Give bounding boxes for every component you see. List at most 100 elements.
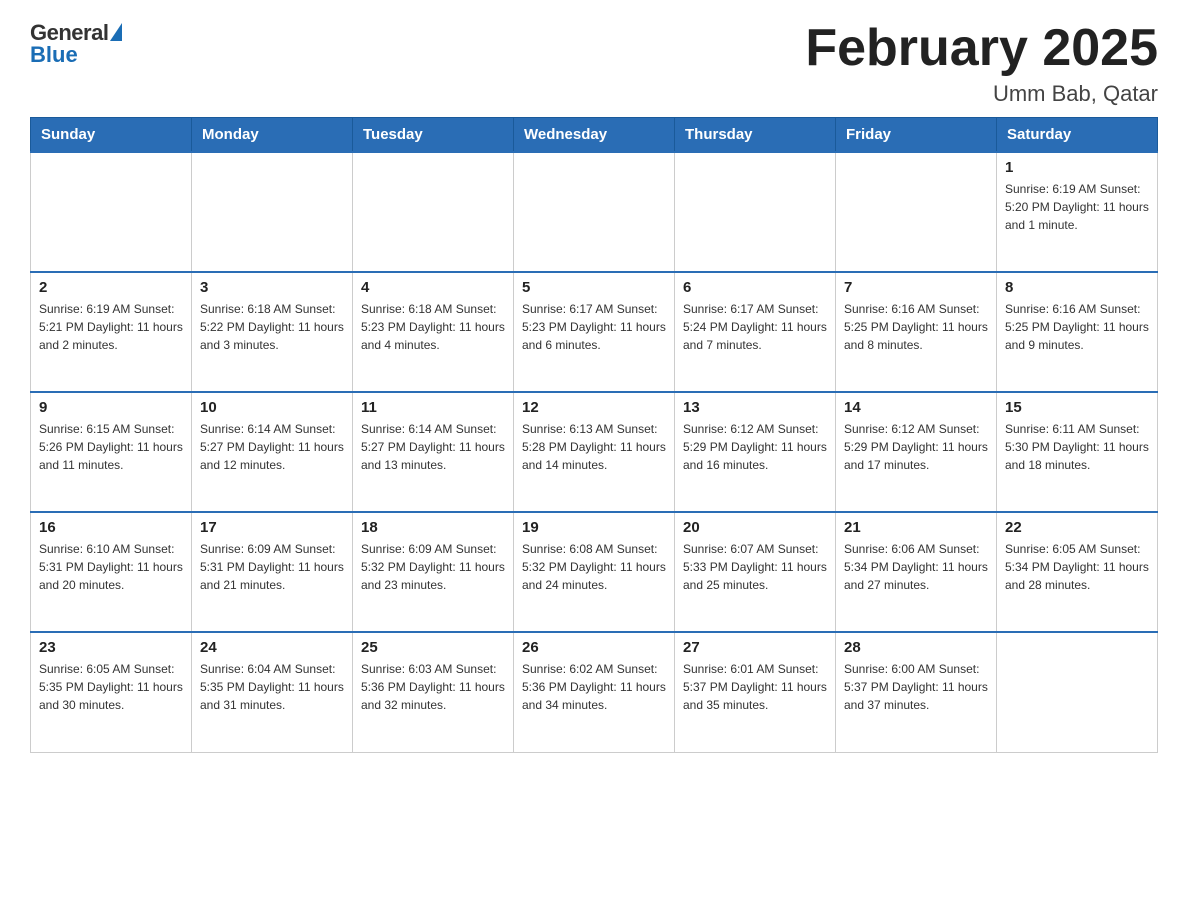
calendar-cell: 18 Sunrise: 6:09 AM Sunset: 5:32 PM Dayli… xyxy=(353,512,514,632)
day-info: Sunrise: 6:14 AM Sunset: 5:27 PM Dayligh… xyxy=(361,420,505,474)
day-info: Sunrise: 6:05 AM Sunset: 5:34 PM Dayligh… xyxy=(1005,540,1149,594)
calendar-cell: 3 Sunrise: 6:18 AM Sunset: 5:22 PM Daylig… xyxy=(192,272,353,392)
page-title: February 2025 xyxy=(805,20,1158,77)
day-info: Sunrise: 6:01 AM Sunset: 5:37 PM Dayligh… xyxy=(683,660,827,714)
day-number: 1 xyxy=(1005,159,1149,176)
week-row-2: 2 Sunrise: 6:19 AM Sunset: 5:21 PM Daylig… xyxy=(31,272,1158,392)
day-info: Sunrise: 6:18 AM Sunset: 5:22 PM Dayligh… xyxy=(200,300,344,354)
day-info: Sunrise: 6:12 AM Sunset: 5:29 PM Dayligh… xyxy=(683,420,827,474)
col-header-wednesday: Wednesday xyxy=(514,118,675,153)
day-number: 18 xyxy=(361,519,505,536)
day-info: Sunrise: 6:00 AM Sunset: 5:37 PM Dayligh… xyxy=(844,660,988,714)
week-row-3: 9 Sunrise: 6:15 AM Sunset: 5:26 PM Daylig… xyxy=(31,392,1158,512)
day-number: 15 xyxy=(1005,399,1149,416)
day-number: 9 xyxy=(39,399,183,416)
calendar-cell: 13 Sunrise: 6:12 AM Sunset: 5:29 PM Dayli… xyxy=(675,392,836,512)
calendar-cell xyxy=(192,152,353,272)
day-info: Sunrise: 6:19 AM Sunset: 5:20 PM Dayligh… xyxy=(1005,180,1149,234)
day-number: 17 xyxy=(200,519,344,536)
day-number: 27 xyxy=(683,639,827,656)
day-info: Sunrise: 6:11 AM Sunset: 5:30 PM Dayligh… xyxy=(1005,420,1149,474)
calendar-cell: 9 Sunrise: 6:15 AM Sunset: 5:26 PM Daylig… xyxy=(31,392,192,512)
calendar-cell: 16Sunrise: 6:10 AM Sunset: 5:31 PM Dayli… xyxy=(31,512,192,632)
calendar-cell: 19 Sunrise: 6:08 AM Sunset: 5:32 PM Dayli… xyxy=(514,512,675,632)
calendar-cell: 1 Sunrise: 6:19 AM Sunset: 5:20 PM Daylig… xyxy=(997,152,1158,272)
day-info: Sunrise: 6:16 AM Sunset: 5:25 PM Dayligh… xyxy=(844,300,988,354)
day-number: 10 xyxy=(200,399,344,416)
col-header-thursday: Thursday xyxy=(675,118,836,153)
calendar-cell: 27 Sunrise: 6:01 AM Sunset: 5:37 PM Dayli… xyxy=(675,632,836,752)
title-area: February 2025 Umm Bab, Qatar xyxy=(805,20,1158,107)
day-number: 20 xyxy=(683,519,827,536)
day-info: Sunrise: 6:18 AM Sunset: 5:23 PM Dayligh… xyxy=(361,300,505,354)
day-number: 21 xyxy=(844,519,988,536)
day-number: 25 xyxy=(361,639,505,656)
week-row-4: 16Sunrise: 6:10 AM Sunset: 5:31 PM Dayli… xyxy=(31,512,1158,632)
day-number: 7 xyxy=(844,279,988,296)
calendar-cell: 17Sunrise: 6:09 AM Sunset: 5:31 PM Dayli… xyxy=(192,512,353,632)
day-info: Sunrise: 6:07 AM Sunset: 5:33 PM Dayligh… xyxy=(683,540,827,594)
calendar-cell: 24 Sunrise: 6:04 AM Sunset: 5:35 PM Dayli… xyxy=(192,632,353,752)
day-info: Sunrise: 6:05 AM Sunset: 5:35 PM Dayligh… xyxy=(39,660,183,714)
day-number: 12 xyxy=(522,399,666,416)
day-number: 24 xyxy=(200,639,344,656)
calendar-cell: 4 Sunrise: 6:18 AM Sunset: 5:23 PM Daylig… xyxy=(353,272,514,392)
calendar-cell: 28 Sunrise: 6:00 AM Sunset: 5:37 PM Dayli… xyxy=(836,632,997,752)
calendar-header-row: SundayMondayTuesdayWednesdayThursdayFrid… xyxy=(31,118,1158,153)
day-info: Sunrise: 6:06 AM Sunset: 5:34 PM Dayligh… xyxy=(844,540,988,594)
calendar-cell: 22 Sunrise: 6:05 AM Sunset: 5:34 PM Dayli… xyxy=(997,512,1158,632)
day-info: Sunrise: 6:09 AM Sunset: 5:32 PM Dayligh… xyxy=(361,540,505,594)
calendar-cell: 10Sunrise: 6:14 AM Sunset: 5:27 PM Dayli… xyxy=(192,392,353,512)
day-info: Sunrise: 6:12 AM Sunset: 5:29 PM Dayligh… xyxy=(844,420,988,474)
day-number: 28 xyxy=(844,639,988,656)
calendar-cell xyxy=(836,152,997,272)
day-number: 19 xyxy=(522,519,666,536)
day-number: 13 xyxy=(683,399,827,416)
day-info: Sunrise: 6:03 AM Sunset: 5:36 PM Dayligh… xyxy=(361,660,505,714)
calendar-cell: 25 Sunrise: 6:03 AM Sunset: 5:36 PM Dayli… xyxy=(353,632,514,752)
calendar-cell: 11Sunrise: 6:14 AM Sunset: 5:27 PM Dayli… xyxy=(353,392,514,512)
col-header-tuesday: Tuesday xyxy=(353,118,514,153)
day-info: Sunrise: 6:17 AM Sunset: 5:23 PM Dayligh… xyxy=(522,300,666,354)
calendar-cell: 8Sunrise: 6:16 AM Sunset: 5:25 PM Daylig… xyxy=(997,272,1158,392)
calendar-cell xyxy=(997,632,1158,752)
day-info: Sunrise: 6:02 AM Sunset: 5:36 PM Dayligh… xyxy=(522,660,666,714)
day-number: 22 xyxy=(1005,519,1149,536)
logo-triangle-icon xyxy=(110,23,122,41)
day-number: 3 xyxy=(200,279,344,296)
day-info: Sunrise: 6:17 AM Sunset: 5:24 PM Dayligh… xyxy=(683,300,827,354)
calendar-cell xyxy=(514,152,675,272)
calendar-cell: 6 Sunrise: 6:17 AM Sunset: 5:24 PM Daylig… xyxy=(675,272,836,392)
col-header-saturday: Saturday xyxy=(997,118,1158,153)
day-number: 6 xyxy=(683,279,827,296)
day-number: 8 xyxy=(1005,279,1149,296)
calendar-cell: 21 Sunrise: 6:06 AM Sunset: 5:34 PM Dayli… xyxy=(836,512,997,632)
day-number: 5 xyxy=(522,279,666,296)
day-info: Sunrise: 6:15 AM Sunset: 5:26 PM Dayligh… xyxy=(39,420,183,474)
calendar-cell xyxy=(353,152,514,272)
location-subtitle: Umm Bab, Qatar xyxy=(805,81,1158,107)
calendar-cell: 15 Sunrise: 6:11 AM Sunset: 5:30 PM Dayli… xyxy=(997,392,1158,512)
week-row-1: 1 Sunrise: 6:19 AM Sunset: 5:20 PM Daylig… xyxy=(31,152,1158,272)
day-info: Sunrise: 6:08 AM Sunset: 5:32 PM Dayligh… xyxy=(522,540,666,594)
day-info: Sunrise: 6:19 AM Sunset: 5:21 PM Dayligh… xyxy=(39,300,183,354)
page-header: General Blue February 2025 Umm Bab, Qata… xyxy=(30,20,1158,107)
day-number: 23 xyxy=(39,639,183,656)
calendar-cell: 7 Sunrise: 6:16 AM Sunset: 5:25 PM Daylig… xyxy=(836,272,997,392)
day-number: 4 xyxy=(361,279,505,296)
day-number: 14 xyxy=(844,399,988,416)
calendar-table: SundayMondayTuesdayWednesdayThursdayFrid… xyxy=(30,117,1158,753)
calendar-cell xyxy=(675,152,836,272)
calendar-cell xyxy=(31,152,192,272)
day-number: 2 xyxy=(39,279,183,296)
day-info: Sunrise: 6:04 AM Sunset: 5:35 PM Dayligh… xyxy=(200,660,344,714)
calendar-cell: 2 Sunrise: 6:19 AM Sunset: 5:21 PM Daylig… xyxy=(31,272,192,392)
col-header-monday: Monday xyxy=(192,118,353,153)
logo-blue-text: Blue xyxy=(30,42,78,68)
day-number: 26 xyxy=(522,639,666,656)
col-header-sunday: Sunday xyxy=(31,118,192,153)
calendar-cell: 20 Sunrise: 6:07 AM Sunset: 5:33 PM Dayli… xyxy=(675,512,836,632)
day-info: Sunrise: 6:13 AM Sunset: 5:28 PM Dayligh… xyxy=(522,420,666,474)
logo: General Blue xyxy=(30,20,122,68)
calendar-cell: 26 Sunrise: 6:02 AM Sunset: 5:36 PM Dayli… xyxy=(514,632,675,752)
